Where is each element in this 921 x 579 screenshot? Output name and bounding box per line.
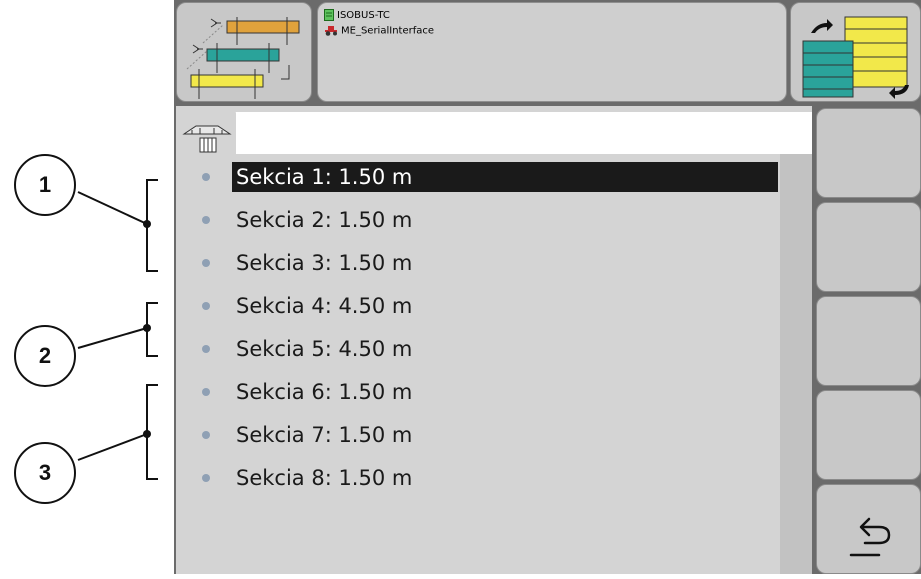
list-item[interactable]: Sekcia 2: 1.50 m — [176, 201, 796, 239]
list-item[interactable]: Sekcia 5: 4.50 m — [176, 330, 796, 368]
bullet-icon — [202, 259, 210, 267]
list-header — [216, 112, 812, 154]
softkey-3[interactable] — [816, 296, 921, 386]
list-item[interactable]: Sekcia 7: 1.50 m — [176, 416, 796, 454]
tractor-icon — [325, 26, 337, 36]
bullet-icon — [202, 216, 210, 224]
list-item[interactable]: Sekcia 1: 1.50 m — [176, 158, 796, 196]
info-line-1: ISOBUS-TC — [324, 9, 390, 21]
bullet-icon — [202, 431, 210, 439]
terminal-screen: ISOBUS-TC ME_SerialInterface Sekcia 1: 1… — [174, 0, 921, 574]
softkey-4[interactable] — [816, 390, 921, 480]
section-list-panel: Sekcia 1: 1.50 m Sekcia 2: 1.50 m Sekcia… — [176, 106, 812, 574]
callout-3: 3 — [14, 442, 76, 504]
callout-1: 1 — [14, 154, 76, 216]
section-label: Sekcia 8: 1.50 m — [236, 466, 413, 490]
boom-sprayer-icon — [182, 125, 232, 153]
section-list: Sekcia 1: 1.50 m Sekcia 2: 1.50 m Sekcia… — [176, 154, 812, 574]
info-line-2: ME_SerialInterface — [324, 25, 434, 37]
tab-boom[interactable] — [178, 108, 236, 154]
bullet-icon — [202, 173, 210, 181]
info-line-2-text: ME_SerialInterface — [341, 25, 435, 37]
info-panel: ISOBUS-TC ME_SerialInterface — [317, 2, 787, 102]
section-label: Sekcia 6: 1.50 m — [236, 380, 413, 404]
section-label: Sekcia 2: 1.50 m — [236, 208, 413, 232]
list-item[interactable]: Sekcia 6: 1.50 m — [176, 373, 796, 411]
bullet-icon — [202, 388, 210, 396]
bullet-icon — [202, 474, 210, 482]
machine-layout-swap-icon — [186, 17, 300, 99]
section-label: Sekcia 7: 1.50 m — [236, 423, 413, 447]
machine-layout-button[interactable] — [176, 2, 312, 102]
map-layout-button[interactable] — [790, 2, 921, 102]
info-line-1-text: ISOBUS-TC — [337, 10, 390, 21]
document-icon — [324, 9, 334, 21]
back-arrow-icon — [849, 517, 891, 557]
section-label: Sekcia 5: 4.50 m — [236, 337, 413, 361]
section-label: Sekcia 3: 1.50 m — [236, 251, 413, 275]
back-button[interactable] — [816, 484, 921, 574]
list-item[interactable]: Sekcia 4: 4.50 m — [176, 287, 796, 325]
map-layout-swap-icon — [802, 16, 909, 99]
callout-2: 2 — [14, 325, 76, 387]
list-item[interactable]: Sekcia 8: 1.50 m — [176, 459, 796, 497]
softkey-1[interactable] — [816, 108, 921, 198]
section-label: Sekcia 1: 1.50 m — [232, 162, 778, 192]
bullet-icon — [202, 345, 210, 353]
list-item[interactable]: Sekcia 3: 1.50 m — [176, 244, 796, 282]
bullet-icon — [202, 302, 210, 310]
softkey-2[interactable] — [816, 202, 921, 292]
section-label: Sekcia 4: 4.50 m — [236, 294, 413, 318]
